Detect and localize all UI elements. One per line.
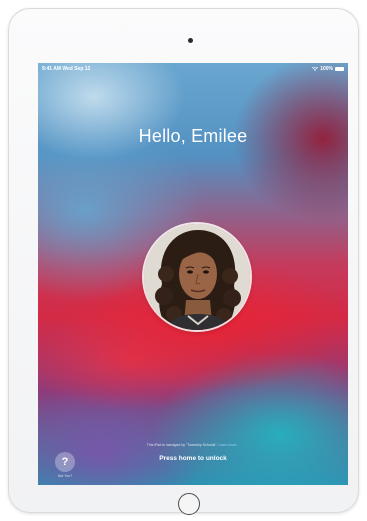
battery-fill	[336, 68, 343, 70]
status-time-date: 9:41 AM Wed Sep 12	[42, 66, 91, 72]
managed-notice: This iPad is managed by "Township School…	[38, 443, 348, 447]
ipad-device: 9:41 AM Wed Sep 12 100% Hello, Emilee Th…	[8, 8, 359, 515]
question-mark-icon: ?	[61, 456, 69, 468]
wifi-icon	[312, 67, 319, 71]
front-camera	[188, 38, 193, 43]
learn-more-link[interactable]: Learn more...	[218, 443, 239, 447]
user-portrait	[144, 224, 250, 330]
battery-icon	[335, 67, 344, 71]
managed-notice-text: This iPad is managed by "Township School…	[146, 443, 218, 447]
user-avatar	[144, 224, 250, 330]
greeting-title: Hello, Emilee	[138, 126, 248, 146]
not-you-button[interactable]: ?	[55, 452, 75, 472]
battery-percent: 100%	[320, 66, 333, 72]
not-you-label[interactable]: Not You?	[50, 474, 80, 478]
home-button[interactable]	[178, 493, 200, 515]
unlock-hint: Press home to unlock	[159, 455, 227, 462]
status-bar: 9:41 AM Wed Sep 12 100%	[38, 63, 348, 75]
status-right-group: 100%	[312, 66, 344, 72]
lock-screen: 9:41 AM Wed Sep 12 100% Hello, Emilee Th…	[38, 63, 348, 485]
